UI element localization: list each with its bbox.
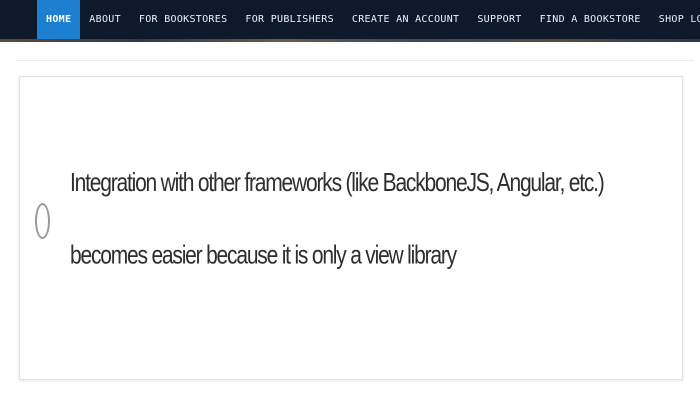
top-nav-bar: HOME ABOUT FOR BOOKSTORES FOR PUBLISHERS…	[0, 0, 700, 42]
nav-create-account-link[interactable]: CREATE AN ACCOUNT	[343, 0, 468, 39]
answer-option-card[interactable]: Integration with other frameworks (like …	[19, 76, 683, 380]
nav-support-link[interactable]: SUPPORT	[468, 0, 530, 39]
nav-find-bookstore-link[interactable]: FIND A BOOKSTORE	[531, 0, 650, 39]
nav-home-link[interactable]: HOME	[37, 0, 81, 39]
answer-option-text: Integration with other frameworks (like …	[70, 168, 605, 270]
radio-unchecked-icon[interactable]	[35, 203, 50, 239]
nav-shop-local-link[interactable]: SHOP LOCAL	[650, 0, 700, 39]
nav-about-link[interactable]: ABOUT	[80, 0, 130, 39]
nav-for-bookstores-link[interactable]: FOR BOOKSTORES	[130, 0, 237, 39]
card-divider	[16, 60, 694, 61]
nav-for-publishers-link[interactable]: FOR PUBLISHERS	[236, 0, 343, 39]
